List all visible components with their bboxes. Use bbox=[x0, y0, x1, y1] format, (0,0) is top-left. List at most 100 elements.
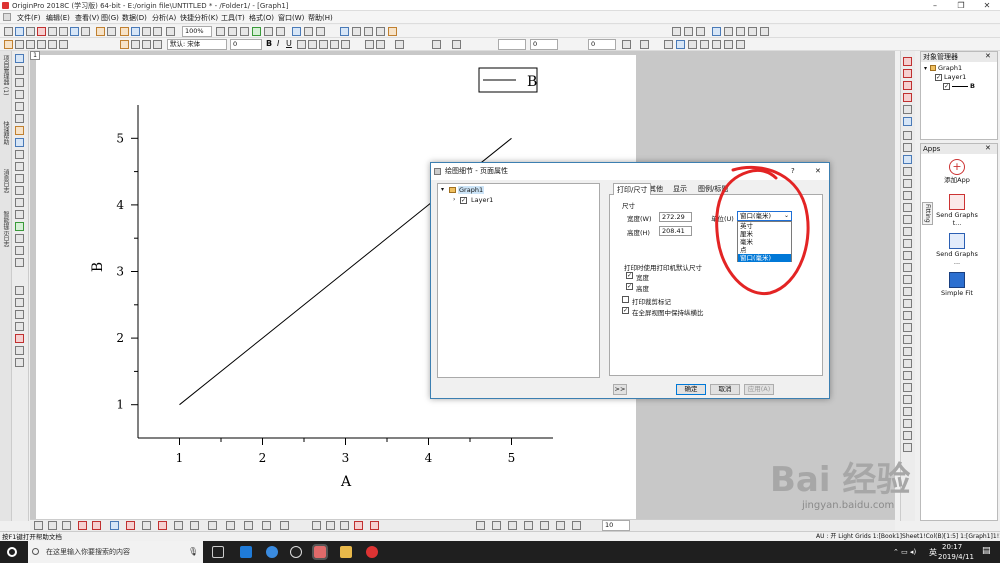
symbol-size-select[interactable]: 0 bbox=[588, 39, 616, 50]
layout-1-icon[interactable] bbox=[312, 521, 321, 530]
layout-2-icon[interactable] bbox=[326, 521, 335, 530]
new-workbook-icon[interactable] bbox=[15, 27, 24, 36]
bar-plot-icon[interactable] bbox=[92, 521, 101, 530]
extract-layer-icon[interactable] bbox=[696, 27, 705, 36]
arrow-tool-icon[interactable] bbox=[15, 162, 24, 171]
arrow-head-icon[interactable] bbox=[622, 40, 631, 49]
align-bottom-7-icon[interactable] bbox=[572, 521, 581, 530]
graph-tool-23-icon[interactable] bbox=[903, 323, 912, 332]
edge-icon[interactable] bbox=[240, 546, 252, 558]
increase-font-icon[interactable] bbox=[330, 40, 339, 49]
dock-tab-message-log[interactable]: 消息日志 bbox=[1, 169, 10, 193]
graph-tool-17-icon[interactable] bbox=[903, 251, 912, 260]
column-plot-icon[interactable] bbox=[78, 521, 87, 530]
line-color-icon[interactable] bbox=[432, 40, 441, 49]
graph-tool-27-icon[interactable] bbox=[903, 371, 912, 380]
quick-help-icon[interactable] bbox=[352, 27, 361, 36]
graph-tool-4-icon[interactable] bbox=[903, 93, 912, 102]
curved-arrow-icon[interactable] bbox=[15, 174, 24, 183]
align-bottom-2-icon[interactable] bbox=[492, 521, 501, 530]
import-multiple-icon[interactable] bbox=[59, 40, 68, 49]
line-tool-icon[interactable] bbox=[15, 186, 24, 195]
graph-tool-11-icon[interactable] bbox=[903, 179, 912, 188]
graph-tool-26-icon[interactable] bbox=[903, 359, 912, 368]
tab-print-size[interactable]: 打印/尺寸 bbox=[613, 183, 652, 195]
microphone-icon[interactable]: 🎙 bbox=[188, 541, 198, 563]
graph-tool-19-icon[interactable] bbox=[903, 275, 912, 284]
zoom-select[interactable]: 100% bbox=[182, 26, 212, 37]
ime-indicator[interactable]: 英 bbox=[929, 547, 937, 558]
bottom-size-select[interactable]: 10 bbox=[602, 520, 630, 531]
record-tool-icon[interactable] bbox=[15, 334, 24, 343]
new-function-icon[interactable] bbox=[48, 27, 57, 36]
histogram-icon[interactable] bbox=[158, 521, 167, 530]
import-icon[interactable] bbox=[4, 40, 13, 49]
results-log-icon[interactable] bbox=[276, 27, 285, 36]
rescale-icon[interactable] bbox=[736, 27, 745, 36]
line-style-select[interactable] bbox=[498, 39, 526, 50]
tree-graph-node[interactable]: Graph1 bbox=[458, 186, 485, 194]
legend-icon[interactable] bbox=[748, 27, 757, 36]
scale-tool-icon[interactable] bbox=[15, 78, 24, 87]
insert-equation-icon[interactable] bbox=[15, 246, 24, 255]
expand-button[interactable]: >> bbox=[613, 384, 627, 395]
cancel-button[interactable]: 取消 bbox=[710, 384, 740, 395]
apps-close-icon[interactable]: ✕ bbox=[985, 144, 991, 152]
netease-music-icon[interactable] bbox=[366, 546, 378, 558]
graph-tool-32-icon[interactable] bbox=[903, 431, 912, 440]
import-ascii-icon[interactable] bbox=[48, 40, 57, 49]
script-window-icon[interactable] bbox=[252, 27, 261, 36]
file-explorer-icon[interactable] bbox=[340, 546, 352, 558]
batch-plot-icon[interactable] bbox=[131, 40, 140, 49]
graph-tool-13-icon[interactable] bbox=[903, 203, 912, 212]
rotate-icon[interactable] bbox=[664, 40, 673, 49]
duplicate-icon[interactable] bbox=[228, 27, 237, 36]
menu-view[interactable]: 查看(V) bbox=[75, 13, 99, 23]
matrix-tool-icon[interactable] bbox=[15, 358, 24, 367]
print-icon[interactable] bbox=[166, 27, 175, 36]
area-plot-icon[interactable] bbox=[110, 521, 119, 530]
graph-tool-6-icon[interactable] bbox=[903, 117, 912, 126]
graph-tool-15-icon[interactable] bbox=[903, 227, 912, 236]
open-icon[interactable] bbox=[96, 27, 105, 36]
new-layout-icon[interactable] bbox=[59, 27, 68, 36]
object-manager-close-icon[interactable]: ✕ bbox=[985, 52, 991, 60]
width-input[interactable]: 272.29 bbox=[659, 212, 692, 222]
draw-data-icon[interactable] bbox=[15, 138, 24, 147]
origin-taskbar-icon[interactable] bbox=[312, 544, 328, 560]
new-notes-icon[interactable] bbox=[70, 27, 79, 36]
graph-tool-16-icon[interactable] bbox=[903, 239, 912, 248]
add-layer-icon[interactable] bbox=[712, 27, 721, 36]
graph-tool-7-icon[interactable] bbox=[903, 131, 912, 140]
app-add[interactable]: + 添加App bbox=[933, 159, 981, 184]
graph-tool-28-icon[interactable] bbox=[903, 383, 912, 392]
graph-tool-33-icon[interactable] bbox=[903, 443, 912, 452]
tree-root-expand-icon[interactable]: ▾ bbox=[441, 186, 444, 193]
greek-icon[interactable] bbox=[319, 40, 328, 49]
minimize-icon[interactable]: – bbox=[922, 0, 948, 11]
layout-4-icon[interactable] bbox=[354, 521, 363, 530]
merge-graph-icon[interactable] bbox=[684, 27, 693, 36]
refresh-icon[interactable] bbox=[216, 27, 225, 36]
align-icon[interactable] bbox=[736, 40, 745, 49]
region-tool-icon[interactable] bbox=[15, 210, 24, 219]
subscript-icon[interactable] bbox=[308, 40, 317, 49]
anchor-tool-icon[interactable] bbox=[15, 298, 24, 307]
app-simple-fit[interactable]: Simple Fit bbox=[933, 272, 981, 297]
graph-tool-25-icon[interactable] bbox=[903, 347, 912, 356]
dialog-help-button[interactable]: ? bbox=[791, 163, 795, 180]
superscript-icon[interactable] bbox=[297, 40, 306, 49]
align-bottom-3-icon[interactable] bbox=[508, 521, 517, 530]
tree-layer-checkbox[interactable]: ✓ bbox=[460, 197, 467, 204]
unit-select[interactable]: 窗口(毫米) ⌄ bbox=[737, 211, 792, 221]
graph-tool-14-icon[interactable] bbox=[903, 215, 912, 224]
menu-edit[interactable]: 编辑(E) bbox=[46, 13, 70, 23]
close-icon[interactable]: ✕ bbox=[974, 0, 1000, 11]
new-graph-icon[interactable] bbox=[37, 27, 46, 36]
menu-format[interactable]: 格式(O) bbox=[249, 13, 274, 23]
graph-tool-10-icon[interactable] bbox=[903, 167, 912, 176]
taskbar-search[interactable]: 在这里输入你要搜索的内容 🎙 bbox=[28, 541, 203, 563]
tray-icons[interactable]: ⌃ ▭ ◂) bbox=[893, 548, 916, 556]
open-folder-icon[interactable] bbox=[120, 27, 129, 36]
layout-5-icon[interactable] bbox=[370, 521, 379, 530]
